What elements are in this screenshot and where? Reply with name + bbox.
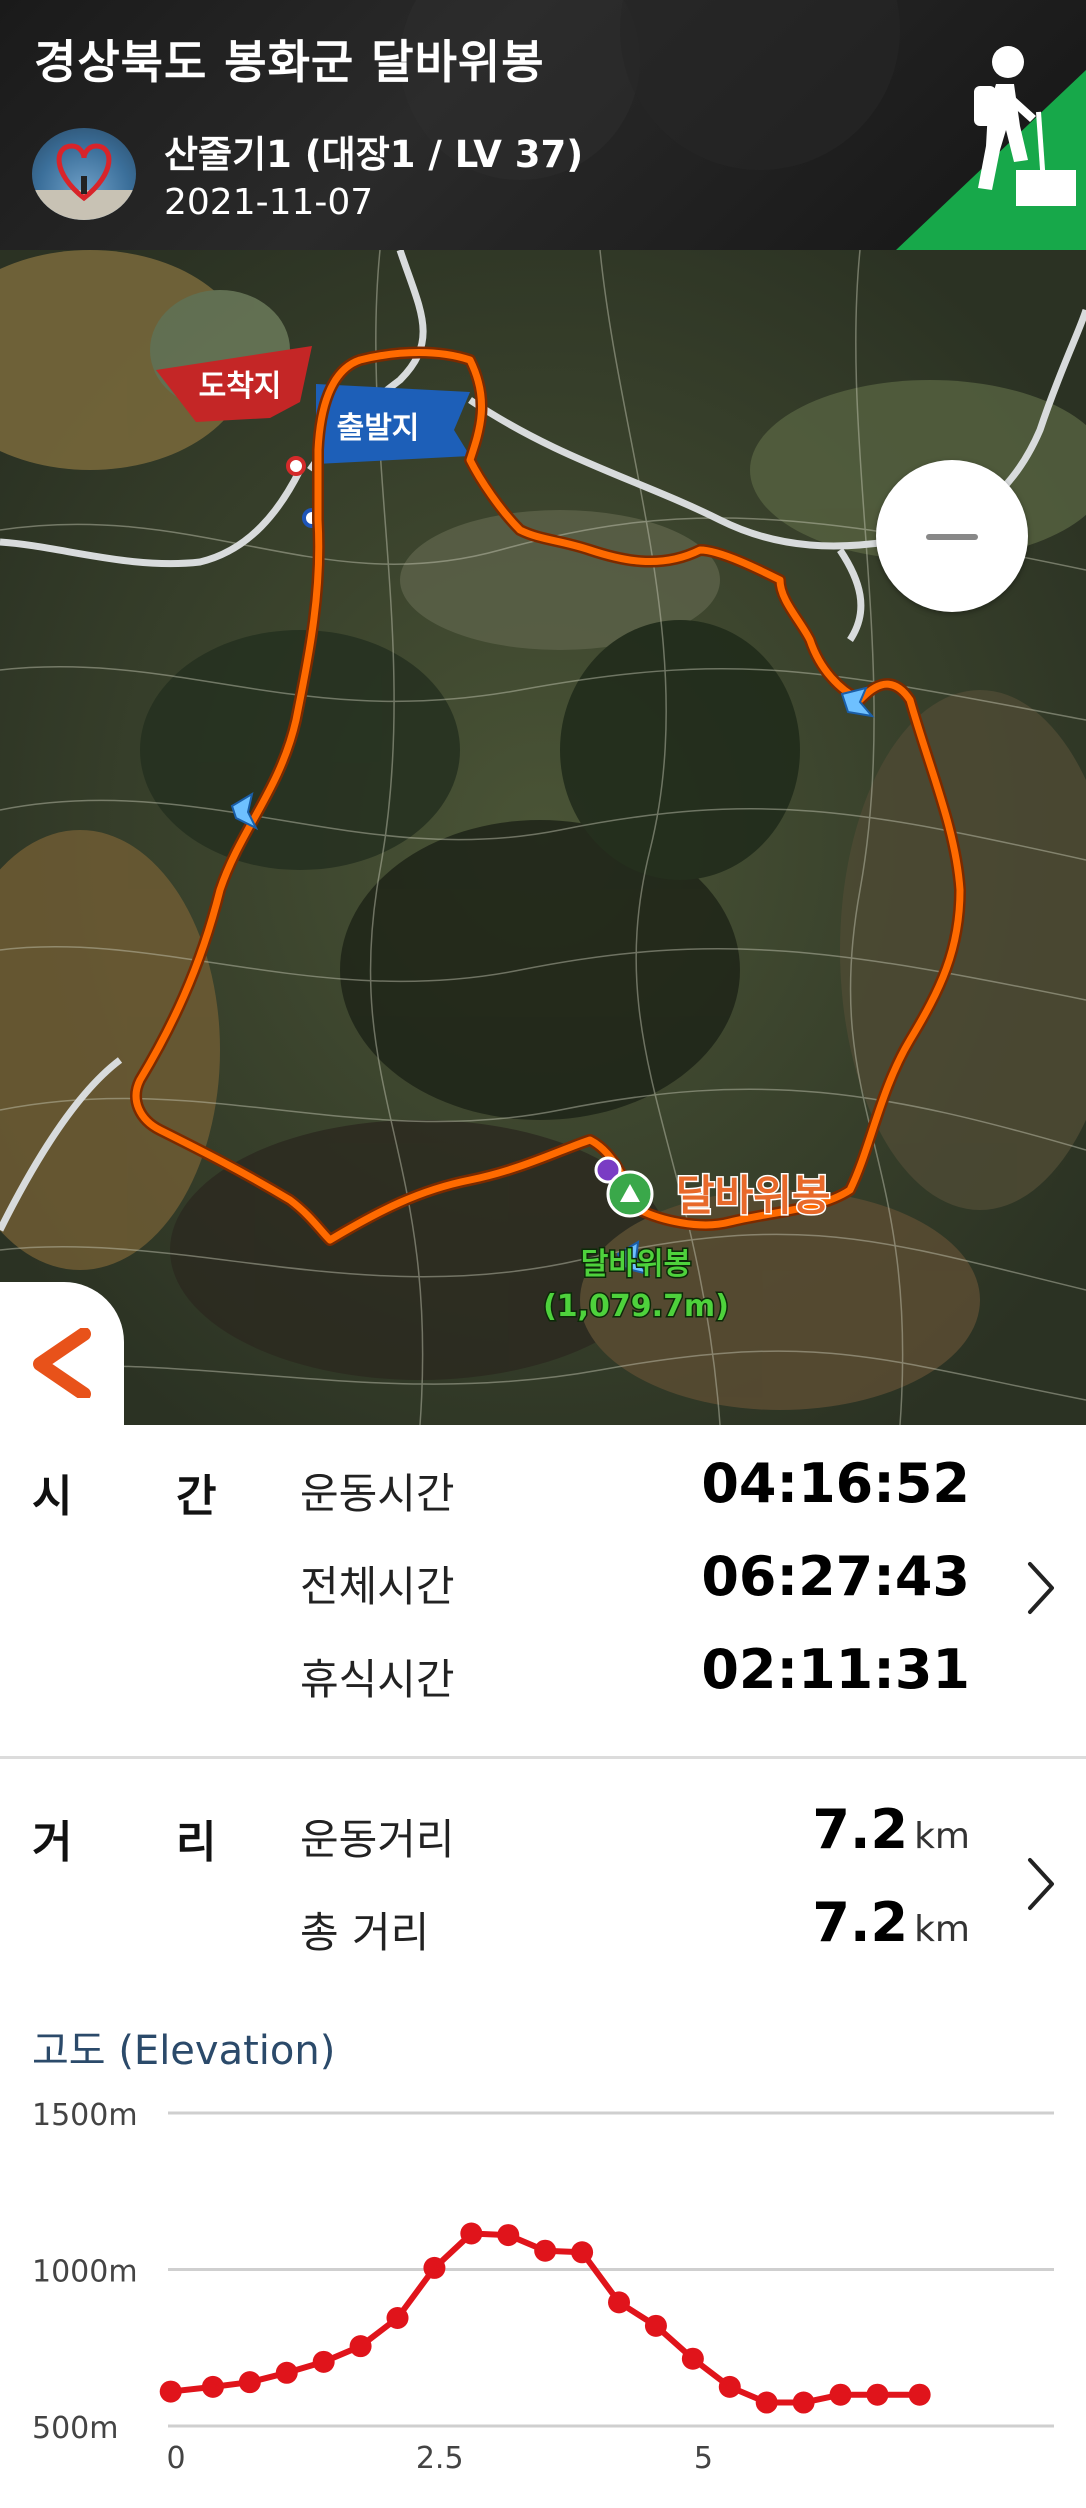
hike-date: 2021-11-07 — [164, 182, 374, 223]
total-distance-value: 7.2 km — [812, 1891, 970, 1954]
x-tick-label: 2.5 — [416, 2441, 464, 2476]
user-name[interactable]: 산줄기1 (대장1 / LV 37) — [164, 124, 583, 178]
time-section-label-2: 간 — [176, 1471, 217, 1522]
total-time-value: 06:27:43 — [701, 1545, 970, 1608]
elevation-point — [497, 2224, 520, 2247]
elevation-point — [792, 2391, 815, 2414]
elevation-point — [829, 2383, 852, 2406]
rest-time-label: 휴식시간 — [300, 1655, 455, 1704]
y-tick-label: 1500m — [32, 2098, 138, 2133]
y-axis-ticks: 500m 1000m 1500m — [32, 2098, 138, 2446]
page-title: 경상북도 봉화군 달바위봉 — [34, 35, 545, 89]
distance-section-label-2: 리 — [176, 1817, 217, 1868]
peak-name-marker: 달바위봉 — [581, 1247, 691, 1282]
time-detail-chevron-icon[interactable] — [1024, 1560, 1058, 1616]
distance-section-label-1: 거 — [32, 1817, 73, 1868]
elevation-point — [755, 2391, 778, 2414]
avatar[interactable] — [32, 128, 136, 220]
total-distance-number: 7.2 — [812, 1891, 909, 1954]
chevron-left-icon — [33, 1328, 91, 1398]
time-section-label-1: 시 — [32, 1471, 73, 1522]
elevation-point — [866, 2383, 889, 2406]
moving-distance-value: 7.2 km — [812, 1798, 970, 1861]
elevation-point — [608, 2291, 631, 2314]
moving-distance-number: 7.2 — [812, 1798, 909, 1861]
x-tick-label: 0 — [166, 2441, 185, 2476]
zoom-out-button[interactable] — [876, 460, 1028, 612]
chart-grid — [168, 2111, 1054, 2428]
elevation-point — [460, 2222, 483, 2245]
elevation-chart[interactable]: 500m1000m1500m 0 2.5 5 — [0, 2060, 1086, 2508]
section-divider — [0, 1756, 1086, 1759]
departure-flag[interactable]: 출발지 — [316, 384, 470, 464]
y-tick-label: 1000m — [32, 2255, 138, 2290]
peak-elevation-marker: (1,079.7m) — [543, 1289, 729, 1324]
departure-flag-label: 출발지 — [337, 411, 420, 446]
rest-time-value: 02:11:31 — [701, 1638, 970, 1701]
elevation-point — [534, 2239, 557, 2262]
total-time-label: 전체시간 — [300, 1562, 455, 1611]
elevation-point — [238, 2371, 261, 2394]
elevation-series — [159, 2222, 931, 2414]
elevation-point — [159, 2380, 182, 2403]
total-distance-label: 총 거리 — [300, 1908, 430, 1957]
moving-distance-unit: km — [914, 1816, 970, 1857]
elevation-point — [908, 2383, 931, 2406]
moving-time-label: 운동시간 — [300, 1469, 455, 1518]
peak-label: 달바위봉 — [676, 1171, 831, 1220]
elevation-point — [423, 2256, 446, 2279]
elevation-point — [349, 2335, 372, 2358]
elevation-point — [644, 2314, 667, 2337]
moving-distance-label: 운동거리 — [300, 1815, 455, 1864]
x-tick-label: 5 — [694, 2441, 713, 2476]
moving-time-value: 04:16:52 — [701, 1452, 970, 1515]
hiking-badge — [896, 46, 1086, 250]
total-distance-unit: km — [914, 1909, 970, 1950]
elevation-point — [275, 2361, 298, 2384]
distance-detail-chevron-icon[interactable] — [1024, 1856, 1058, 1912]
elevation-point — [386, 2307, 409, 2330]
back-button[interactable] — [0, 1282, 124, 1427]
y-tick-label: 500m — [32, 2411, 118, 2446]
elevation-point — [312, 2350, 335, 2373]
arrival-flag-label: 도착지 — [199, 369, 282, 404]
route-map[interactable]: 도착지 출발지 달바위봉 달바위봉 (1,079.7m) — [0, 250, 1086, 1425]
elevation-point — [571, 2241, 594, 2264]
x-axis-ticks: 0 2.5 5 — [166, 2441, 713, 2476]
avatar-photo — [32, 143, 136, 220]
elevation-point — [681, 2347, 704, 2370]
elevation-point — [201, 2375, 224, 2398]
elevation-point — [718, 2375, 741, 2398]
header: 경상북도 봉화군 달바위봉 산줄기1 (대장1 / LV 37) 2021-11… — [0, 0, 1086, 250]
map-canvas[interactable]: 도착지 출발지 달바위봉 달바위봉 (1,079.7m) — [0, 250, 1086, 1425]
